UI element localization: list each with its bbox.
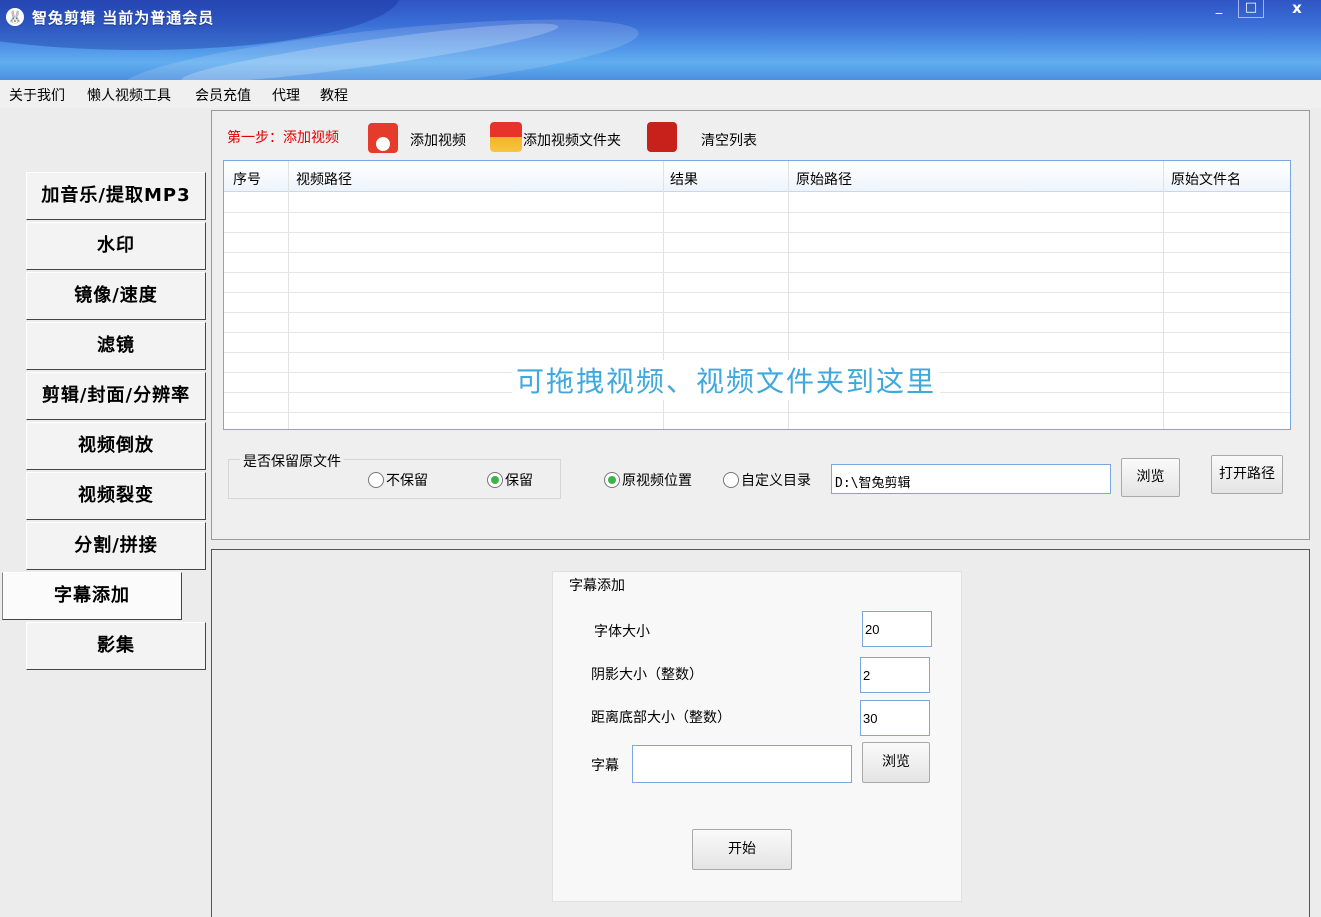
row-divider: [224, 212, 1290, 213]
nav-album[interactable]: 影集: [26, 622, 206, 670]
row-divider: [224, 252, 1290, 253]
row-divider: [224, 412, 1290, 413]
nav-reverse[interactable]: 视频倒放: [26, 422, 206, 470]
close-button[interactable]: x: [1284, 0, 1310, 18]
font-size-label: 字体大小: [594, 624, 650, 640]
column-divider: [288, 161, 289, 429]
clear-list-button[interactable]: 清空列表: [701, 130, 757, 150]
add-video-icon[interactable]: [368, 123, 398, 153]
step-label: 第一步：添加视频: [227, 130, 339, 146]
original-location-label: 原视频位置: [622, 473, 692, 489]
open-path-button[interactable]: 打开路径: [1211, 455, 1283, 494]
radio-unchecked-icon: [723, 472, 739, 488]
add-video-button[interactable]: 添加视频: [410, 130, 466, 150]
subtitle-group-title: 字幕添加: [566, 575, 628, 595]
radio-checked-icon: [604, 472, 620, 488]
maximize-button[interactable]: □: [1238, 0, 1264, 18]
drop-hint-text: 可拖拽视频、视频文件夹到这里: [512, 360, 941, 400]
nav-watermark[interactable]: 水印: [26, 222, 206, 270]
menu-bar: 关于我们 懒人视频工具 会员充值 代理 教程: [0, 80, 1321, 108]
shadow-size-label: 阴影大小（整数）: [591, 667, 703, 683]
add-folder-icon[interactable]: [490, 122, 522, 152]
window-title: 智兔剪辑 当前为普通会员: [32, 9, 215, 27]
browse-button[interactable]: 浏览: [1121, 458, 1180, 497]
output-path-input[interactable]: D:\智兔剪辑: [831, 464, 1111, 494]
bottom-margin-input[interactable]: 30: [860, 700, 930, 736]
no-keep-radio[interactable]: 不保留: [368, 470, 428, 490]
nav-clip-cover-resolution[interactable]: 剪辑/封面/分辨率: [26, 372, 206, 420]
column-divider: [1163, 161, 1164, 429]
row-divider: [224, 292, 1290, 293]
no-keep-label: 不保留: [386, 473, 428, 489]
minimize-button[interactable]: _: [1206, 0, 1232, 18]
font-size-input[interactable]: 20: [862, 611, 932, 647]
column-header-result[interactable]: 结果: [670, 169, 698, 189]
custom-directory-radio[interactable]: 自定义目录: [723, 470, 811, 490]
subtitle-file-input[interactable]: [632, 745, 852, 783]
trash-icon[interactable]: [647, 122, 677, 152]
keep-original-label: 是否保留原文件: [240, 451, 344, 471]
subtitle-file-label: 字幕: [591, 758, 619, 774]
menu-agent[interactable]: 代理: [272, 85, 300, 105]
nav-add-music[interactable]: 加音乐/提取MP3: [26, 172, 206, 220]
keep-radio[interactable]: 保留: [487, 470, 533, 490]
row-divider: [224, 312, 1290, 313]
nav-mirror-speed[interactable]: 镜像/速度: [26, 272, 206, 320]
menu-about[interactable]: 关于我们: [9, 85, 65, 105]
menu-membership-recharge[interactable]: 会员充值: [195, 85, 251, 105]
column-header-original-filename[interactable]: 原始文件名: [1171, 169, 1241, 189]
menu-tutorial[interactable]: 教程: [320, 85, 348, 105]
row-divider: [224, 232, 1290, 233]
start-button[interactable]: 开始: [692, 829, 792, 870]
column-header-index[interactable]: 序号: [233, 169, 261, 189]
menu-lazy-video-tools[interactable]: 懒人视频工具: [87, 85, 171, 105]
radio-unchecked-icon: [368, 472, 384, 488]
app-logo-icon: 🐰: [6, 8, 24, 26]
table-header: 序号 视频路径 结果 原始路径 原始文件名: [224, 161, 1290, 192]
keep-label: 保留: [505, 473, 533, 489]
nav-split-merge[interactable]: 分割/拼接: [26, 522, 206, 570]
radio-checked-icon: [487, 472, 503, 488]
row-divider: [224, 332, 1290, 333]
original-location-radio[interactable]: 原视频位置: [604, 470, 692, 490]
subtitle-browse-button[interactable]: 浏览: [862, 742, 930, 783]
nav-filter[interactable]: 滤镜: [26, 322, 206, 370]
add-folder-button[interactable]: 添加视频文件夹: [523, 130, 621, 150]
column-header-video-path[interactable]: 视频路径: [296, 169, 352, 189]
column-header-original-path[interactable]: 原始路径: [796, 169, 852, 189]
nav-fission[interactable]: 视频裂变: [26, 472, 206, 520]
custom-directory-label: 自定义目录: [741, 473, 811, 489]
nav-subtitle-add[interactable]: 字幕添加: [2, 572, 182, 620]
row-divider: [224, 272, 1290, 273]
row-divider: [224, 352, 1290, 353]
bottom-margin-label: 距离底部大小（整数）: [591, 710, 731, 726]
shadow-size-input[interactable]: 2: [860, 657, 930, 693]
